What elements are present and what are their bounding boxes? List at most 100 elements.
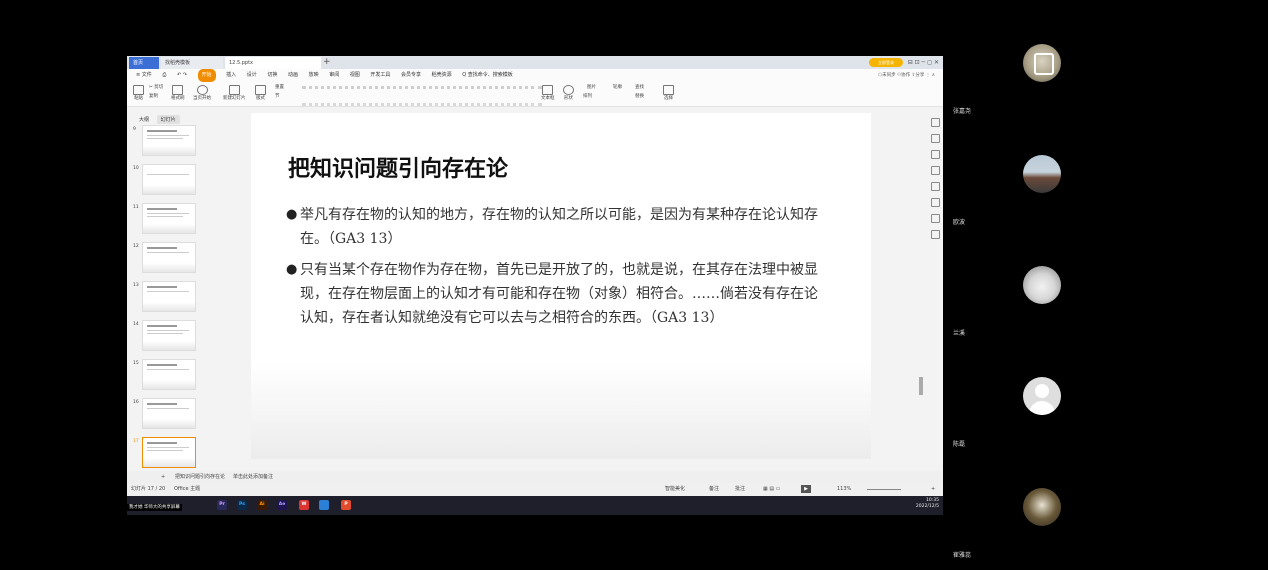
search-command-input[interactable]: Q 查找命令、搜索模板 — [462, 69, 513, 82]
picture-button[interactable]: 图片 — [587, 85, 596, 91]
menu-animation[interactable]: 动画 — [288, 69, 298, 82]
tool-icon[interactable] — [930, 166, 940, 175]
menu-view[interactable]: 视图 — [350, 69, 360, 82]
menu-file[interactable]: ≡ 文件 — [136, 69, 152, 82]
help-icon[interactable] — [930, 182, 940, 191]
notes-row: + 把知识问题引向存在论 单击此处添加备注 — [127, 471, 943, 483]
illustrator-app[interactable]: Ai — [257, 500, 267, 510]
shape-button[interactable]: 形状 — [563, 85, 574, 102]
slide-thumbnail[interactable]: 10 — [129, 164, 199, 196]
wps-presentation-app[interactable]: P — [341, 500, 351, 510]
menu-bar: ≡ 文件 ⎙ ↶ ↷ 开始 插入 设计 切换 动画 放映 审阅 视图 开发工具 … — [127, 69, 943, 82]
smart-beautify-button[interactable]: 智能美化 — [665, 483, 685, 496]
replace-button[interactable]: 替换 — [635, 94, 644, 100]
new-slide-button[interactable]: 新建幻灯片 — [223, 85, 246, 102]
menu-home[interactable]: 开始 — [197, 69, 216, 82]
menu-undo-redo[interactable]: ↶ ↷ — [177, 69, 187, 82]
cursor-icon — [663, 85, 674, 95]
notes-toggle-button[interactable]: 备注 — [709, 483, 719, 496]
vertical-scrollbar[interactable] — [919, 377, 923, 395]
login-button[interactable]: 立即登录 — [869, 58, 903, 67]
zoom-slider[interactable] — [867, 489, 901, 490]
menu-save-icon[interactable]: ⎙ — [162, 69, 166, 82]
comments-button[interactable]: 批注 — [735, 483, 745, 496]
brush-icon — [172, 85, 184, 95]
tool-icon[interactable] — [930, 198, 940, 207]
menu-developer[interactable]: 开发工具 — [370, 69, 390, 82]
menu-review[interactable]: 审阅 — [329, 69, 339, 82]
bullet-icon: ● — [286, 262, 298, 277]
layout-icon — [255, 85, 266, 95]
copy-button[interactable]: 复制 — [149, 94, 158, 100]
cut-button[interactable]: ✂ 剪切 — [149, 85, 163, 91]
participant-avatar[interactable] — [1023, 488, 1061, 526]
photoshop-app[interactable]: Ps — [237, 500, 247, 510]
new-tab-button[interactable]: + — [323, 56, 331, 69]
view-mode-icons[interactable]: ▦ ▤ ▭ — [763, 483, 780, 496]
taskbar: 我才她 华师大的共享屏幕 Pr Ps Ai Ae W P 10:35 2022/… — [127, 496, 943, 515]
tab-outline[interactable]: 大纲 — [135, 115, 153, 124]
slide-editor: 把知识问题引向存在论 ● 举凡有存在物的认知的地方，存在物的认知之所以可能，是因… — [251, 107, 925, 481]
slide-thumbnail[interactable]: 9 — [129, 125, 199, 157]
select-button[interactable]: 选择 — [663, 85, 674, 102]
slide-thumbnail[interactable]: 13 — [129, 281, 199, 313]
textbox-button[interactable]: 文本框 — [541, 85, 555, 102]
slide-thumbnail[interactable]: 16 — [129, 398, 199, 430]
format-painter-button[interactable]: 格式刷 — [171, 85, 185, 102]
wps-window: 首页 找稻壳模板 12.5.pptx + 立即登录 ⊟ ⊡ ─ ◻ ✕ ≡ 文件… — [127, 56, 943, 515]
outline-button[interactable]: 轮廓 — [613, 85, 622, 91]
section-button[interactable]: 节 — [275, 94, 280, 100]
menu-design[interactable]: 设计 — [247, 69, 257, 82]
tab-template[interactable]: 找稻壳模板 — [161, 57, 223, 69]
menu-member[interactable]: 会员专享 — [401, 69, 421, 82]
menu-right-actions[interactable]: ⬡未同步 ⚇协作 ⇪分享 ⋮ ∧ — [878, 69, 935, 82]
menu-slideshow[interactable]: 放映 — [309, 69, 319, 82]
find-button[interactable]: 查找 — [635, 85, 644, 91]
premiere-app[interactable]: Pr — [217, 500, 227, 510]
layout-button[interactable]: 版式 — [255, 85, 266, 102]
tool-icon[interactable] — [930, 134, 940, 143]
status-bar: 幻灯片 17 / 20 Office 主题 智能美化 备注 批注 ▦ ▤ ▭ ▶… — [127, 483, 943, 496]
participant-avatar[interactable] — [1023, 377, 1061, 415]
tool-icon[interactable] — [930, 150, 940, 159]
wps-writer-app[interactable]: W — [299, 500, 309, 510]
aftereffects-app[interactable]: Ae — [277, 500, 287, 510]
slide-thumbnail[interactable]: 11 — [129, 203, 199, 235]
location-icon[interactable] — [930, 214, 940, 223]
zoom-in-button[interactable]: + — [931, 483, 935, 496]
play-icon[interactable]: ▶ — [801, 485, 811, 493]
arrange-button[interactable]: 排列 — [583, 94, 592, 100]
slide-thumbnail[interactable]: 15 — [129, 359, 199, 391]
slide-counter: 幻灯片 17 / 20 — [131, 486, 166, 492]
slide-thumbnail[interactable]: 12 — [129, 242, 199, 274]
participant-avatar[interactable] — [1023, 155, 1061, 193]
app-icon[interactable] — [319, 500, 329, 510]
tab-slides[interactable]: 幻灯片 — [156, 115, 180, 124]
participant-avatar[interactable] — [1023, 44, 1061, 82]
tab-home[interactable]: 首页 — [129, 57, 159, 69]
bullet-icon: ● — [286, 207, 298, 222]
slide-canvas[interactable]: 把知识问题引向存在论 ● 举凡有存在物的认知的地方，存在物的认知之所以可能，是因… — [251, 113, 871, 459]
bullet-paragraph[interactable]: ● 举凡有存在物的认知的地方，存在物的认知之所以可能，是因为有某种存在论认知存在… — [286, 203, 831, 251]
tool-icon[interactable] — [930, 230, 940, 239]
window-controls[interactable]: ⊟ ⊡ ─ ◻ ✕ — [908, 56, 939, 69]
add-slide-button[interactable]: + — [161, 471, 165, 483]
slide-thumbnail-selected[interactable]: 17 — [129, 437, 199, 469]
zoom-level: 113% — [837, 486, 852, 492]
participant-avatar[interactable] — [1023, 266, 1061, 304]
slide-title[interactable]: 把知识问题引向存在论 — [288, 151, 508, 183]
screen-share-banner: 我才她 华师大的共享屏幕 — [127, 504, 182, 511]
tab-document[interactable]: 12.5.pptx — [225, 57, 321, 69]
paste-button[interactable]: 粘贴 — [133, 85, 144, 102]
menu-insert[interactable]: 插入 — [226, 69, 236, 82]
slide-thumbnail[interactable]: 14 — [129, 320, 199, 352]
reset-button[interactable]: 重置 — [275, 85, 284, 91]
menu-resources[interactable]: 稻壳资源 — [432, 69, 452, 82]
tool-icon[interactable] — [930, 118, 940, 127]
menu-transition[interactable]: 切换 — [267, 69, 277, 82]
bullet-paragraph[interactable]: ● 只有当某个存在物作为存在物，首先已是开放了的，也就是说，在其存在法理中被显现… — [286, 258, 831, 330]
notes-input[interactable]: 单击此处添加备注 — [233, 471, 273, 483]
slide-thumbnail-pane: 大纲 幻灯片 9 10 11 12 13 14 15 16 17 — [127, 107, 251, 481]
participant-name: 崔雅蕊 — [953, 552, 972, 559]
start-from-current-button[interactable]: 当页开始 — [193, 85, 211, 102]
